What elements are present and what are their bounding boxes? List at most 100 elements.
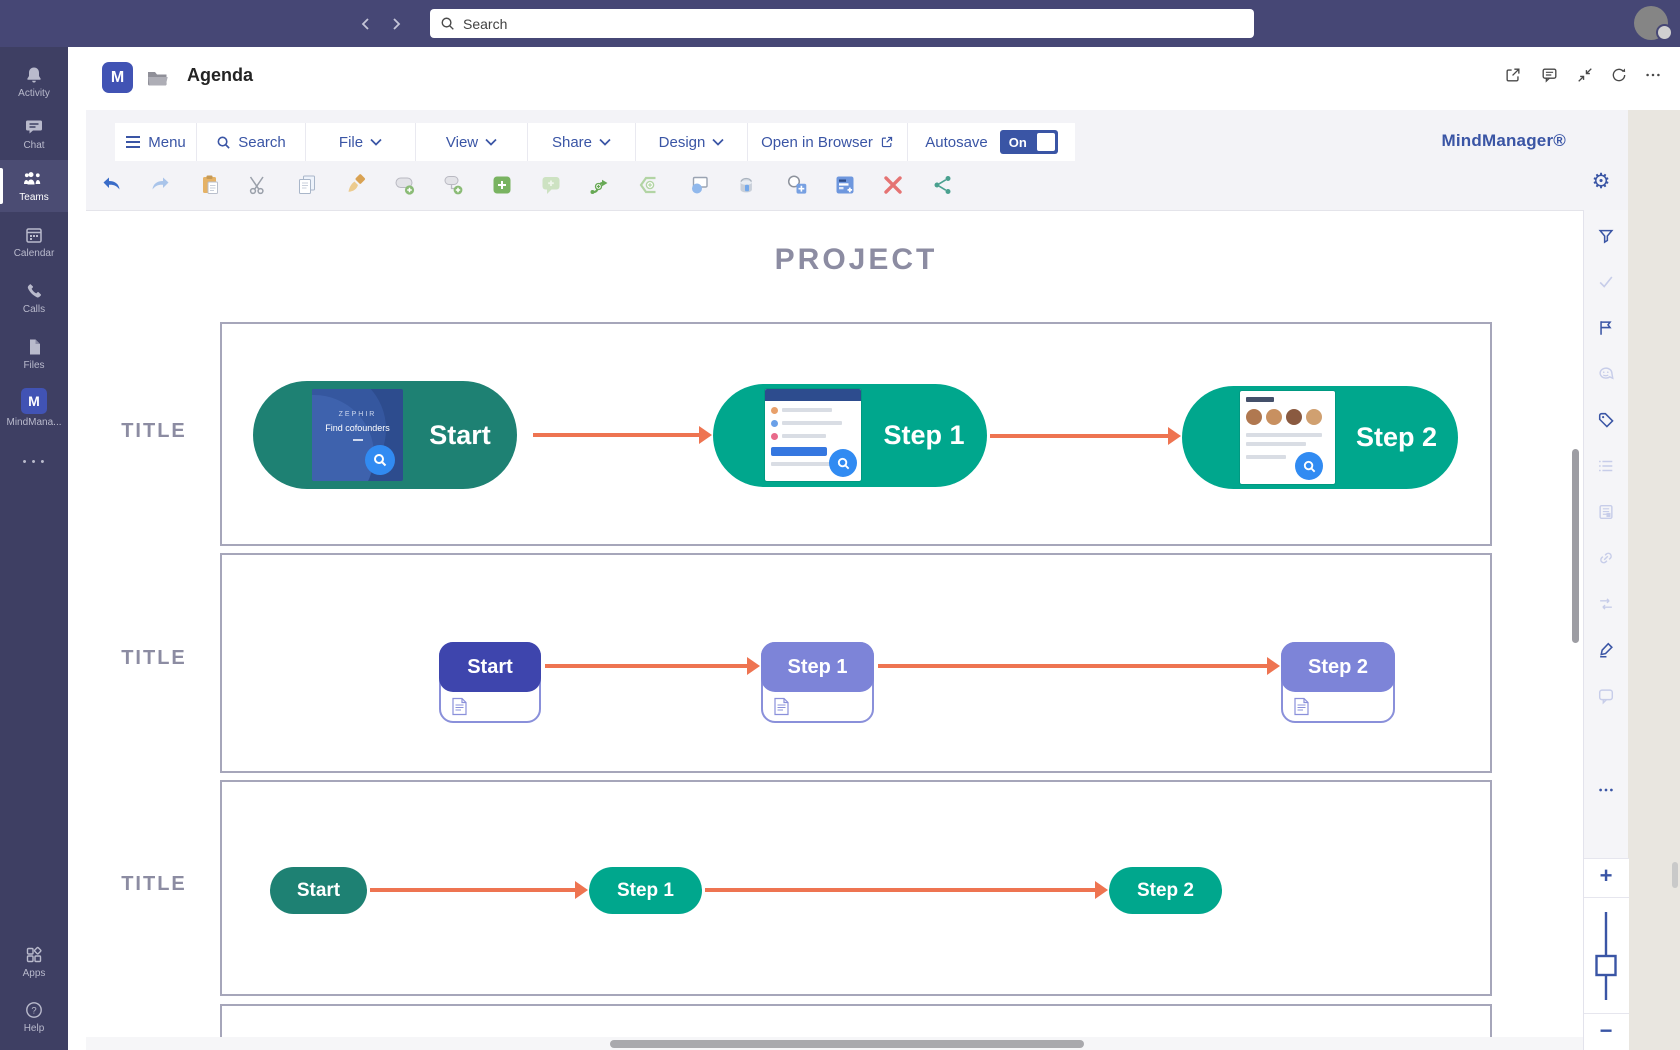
insert-image-icon[interactable]: [780, 168, 814, 202]
arrow-lane1-2: [990, 427, 1181, 445]
autosave-control: Autosave On: [908, 123, 1075, 161]
mindmanager-content: Menu Search File View Share Design Open …: [86, 110, 1629, 1050]
teams-icon: [24, 172, 41, 185]
arrow-lane2-2: [878, 657, 1280, 675]
sidebar-item-activity[interactable]: Activity: [0, 56, 68, 108]
help-icon: ?: [26, 1002, 42, 1018]
sidebar-item-calls[interactable]: Calls: [0, 272, 68, 324]
node-step1-lane3[interactable]: Step 1: [589, 867, 702, 914]
new-topic-icon[interactable]: [485, 168, 519, 202]
sidebar-more-button[interactable]: • • •: [0, 447, 68, 477]
highlighter-icon[interactable]: [1595, 639, 1617, 661]
search-input[interactable]: Search: [430, 9, 1254, 38]
search-placeholder: Search: [463, 15, 508, 32]
notes-attachment-icon[interactable]: [451, 697, 468, 716]
add-boundary-icon[interactable]: [632, 168, 666, 202]
forward-button[interactable]: [384, 12, 408, 36]
node-step2-lane2[interactable]: Step 2: [1281, 642, 1395, 723]
app-header: M Agenda: [68, 47, 1680, 110]
autosave-toggle[interactable]: On: [999, 130, 1058, 154]
thumbnail-team-photos: [1240, 391, 1335, 484]
sidebar-item-mindmanager[interactable]: M MindMana...: [0, 382, 68, 434]
open-in-new-window-icon[interactable]: [1500, 62, 1526, 88]
open-in-browser-button[interactable]: Open in Browser: [748, 123, 908, 161]
thumbnail-zephir: ZEPHIR Find cofounders: [312, 389, 403, 481]
tab-title: Agenda: [187, 65, 254, 85]
sidebar-item-apps[interactable]: Apps: [0, 936, 68, 988]
node-step2-lane3[interactable]: Step 2: [1109, 867, 1222, 914]
insert-smart-element-icon[interactable]: [828, 168, 862, 202]
node-step1-lane2[interactable]: Step 1: [761, 642, 874, 723]
presence-badge: [1656, 24, 1673, 41]
map-canvas[interactable]: PROJECT TITLE TITLE TITLE ZEPHIR Find co…: [86, 210, 1583, 1050]
menu-button[interactable]: Menu: [115, 123, 197, 161]
arrow-lane2-1: [545, 657, 760, 675]
add-subtopic-icon[interactable]: [437, 168, 471, 202]
comment-icon[interactable]: [1595, 685, 1617, 707]
node-start-lane3[interactable]: Start: [270, 867, 367, 914]
collapse-icon[interactable]: [1572, 62, 1598, 88]
sidebar-item-calendar[interactable]: Calendar: [0, 216, 68, 268]
teams-sidebar: Activity Chat Teams Calendar Calls Files…: [0, 47, 68, 1050]
sidebar-item-help[interactable]: ? Help: [0, 991, 68, 1043]
flag-icon[interactable]: [1595, 317, 1617, 339]
more-options-icon[interactable]: [1640, 62, 1666, 88]
cut-icon[interactable]: [241, 168, 275, 202]
notes-attachment-icon[interactable]: [773, 697, 790, 716]
menu-share-dropdown[interactable]: Share: [528, 123, 636, 161]
panel-more-icon[interactable]: [1595, 779, 1617, 801]
right-tool-panel: + −: [1583, 210, 1629, 1050]
flowchart-icon[interactable]: [1595, 593, 1617, 615]
emoji-comment-icon[interactable]: [1595, 363, 1617, 385]
format-painter-icon[interactable]: [339, 168, 373, 202]
search-icon: [217, 136, 230, 149]
menu-file-dropdown[interactable]: File: [306, 123, 416, 161]
add-relationship-icon[interactable]: [583, 168, 617, 202]
task-check-icon[interactable]: [1595, 271, 1617, 293]
magnifier-badge-icon: [1295, 452, 1323, 480]
node-start-lane2[interactable]: Start: [439, 642, 541, 723]
delete-icon[interactable]: [876, 168, 910, 202]
copy-icon[interactable]: [290, 168, 324, 202]
page-scrollbar[interactable]: [1672, 862, 1678, 888]
redo-icon[interactable]: [143, 168, 177, 202]
menu-search-button[interactable]: Search: [197, 123, 306, 161]
back-button[interactable]: [354, 12, 378, 36]
swimlane-3-label: TITLE: [121, 873, 187, 895]
filter-icon[interactable]: [1595, 225, 1617, 247]
node-step1-lane1[interactable]: Step 1: [713, 384, 987, 487]
settings-gear-icon[interactable]: ⚙: [1586, 166, 1616, 196]
fill-color-icon[interactable]: [730, 168, 764, 202]
insert-shape-icon[interactable]: [682, 168, 716, 202]
swimlane-2-label: TITLE: [121, 647, 187, 669]
paste-icon[interactable]: [193, 168, 227, 202]
share-icon[interactable]: [926, 168, 960, 202]
search-icon: [440, 16, 455, 31]
mindmanager-app-icon: M: [102, 62, 133, 93]
horizontal-scrollbar[interactable]: [610, 1040, 1084, 1048]
add-callout-icon[interactable]: [534, 168, 568, 202]
undo-icon[interactable]: [95, 168, 129, 202]
conversation-icon[interactable]: [1536, 62, 1562, 88]
node-start-lane1[interactable]: ZEPHIR Find cofounders Start: [253, 381, 517, 489]
outline-icon[interactable]: [1595, 455, 1617, 477]
notes-attachment-icon[interactable]: [1293, 697, 1310, 716]
menu-design-dropdown[interactable]: Design: [636, 123, 748, 161]
hyperlink-icon[interactable]: [1595, 547, 1617, 569]
refresh-icon[interactable]: [1606, 62, 1632, 88]
sidebar-item-chat[interactable]: Chat: [0, 108, 68, 160]
zoom-slider[interactable]: [1595, 908, 1617, 1004]
node-step2-lane1[interactable]: Step 2: [1182, 386, 1458, 489]
teams-titlebar: Search: [0, 0, 1680, 47]
chevron-down-icon: [599, 138, 611, 146]
tag-icon[interactable]: [1595, 409, 1617, 431]
zoom-out-button[interactable]: −: [1593, 1018, 1619, 1044]
notes-icon[interactable]: [1595, 501, 1617, 523]
vertical-scrollbar[interactable]: [1572, 449, 1579, 643]
sidebar-item-files[interactable]: Files: [0, 328, 68, 380]
bell-icon: [27, 67, 41, 83]
menu-view-dropdown[interactable]: View: [416, 123, 528, 161]
sidebar-item-teams[interactable]: Teams: [0, 160, 68, 212]
zoom-in-button[interactable]: +: [1593, 863, 1619, 889]
add-topic-icon[interactable]: [388, 168, 422, 202]
